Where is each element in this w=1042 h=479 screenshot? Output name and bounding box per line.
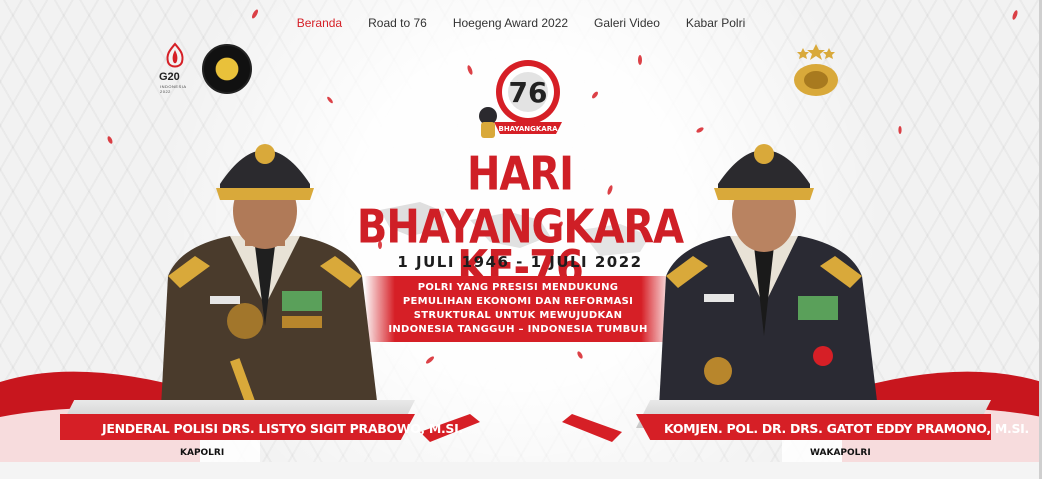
g20-subtext: INDONESIA 2022 xyxy=(160,84,187,94)
wakapolri-role: WAKAPOLRI xyxy=(810,448,871,458)
kapolri-portrait xyxy=(160,144,380,426)
g20-text: G20 xyxy=(159,71,180,83)
emblem-ribbon-text: BHAYANGKARA xyxy=(498,125,558,133)
nav-hoegeng-award[interactable]: Hoegeng Award 2022 xyxy=(453,14,568,34)
wakapolri-name: KOMJEN. POL. DR. DRS. GATOT EDDY PRAMONO… xyxy=(664,421,1029,436)
slogan-line-2: PEMULIHAN EKONOMI DAN REFORMASI xyxy=(402,296,634,307)
slogan-line-3: STRUKTURAL UNTUK MEWUJUDKAN xyxy=(413,310,623,321)
nav-road-to-76[interactable]: Road to 76 xyxy=(368,14,427,34)
nav-beranda[interactable]: Beranda xyxy=(297,14,342,34)
slogan-line-1: POLRI YANG PRESISI MENDUKUNG xyxy=(417,282,619,293)
emblem-number: 76 xyxy=(509,76,548,109)
slogan-line-4: INDONESIA TANGGUH – INDONESIA TUMBUH xyxy=(388,324,648,335)
slogan-banner: POLRI YANG PRESISI MENDUKUNG PEMULIHAN E… xyxy=(364,276,672,342)
kapolri-nameplate: JENDERAL POLISI DRS. LISTYO SIGIT PRABOW… xyxy=(60,400,463,440)
top-navigation: Beranda Road to 76 Hoegeng Award 2022 Ga… xyxy=(0,14,1042,34)
bhayangkara-76-emblem-icon: 76 BHAYANGKARA xyxy=(479,60,562,138)
nav-kabar-polri[interactable]: Kabar Polri xyxy=(686,14,745,34)
nav-galeri-video[interactable]: Galeri Video xyxy=(594,14,660,34)
hero-banner: Beranda Road to 76 Hoegeng Award 2022 Ga… xyxy=(0,0,1042,479)
kapolri-name: JENDERAL POLISI DRS. LISTYO SIGIT PRABOW… xyxy=(102,421,463,436)
wakapolri-portrait xyxy=(658,144,880,426)
kapolri-role: KAPOLRI xyxy=(180,448,225,458)
satgas-badge-icon xyxy=(202,44,252,94)
wakapolri-nameplate: KOMJEN. POL. DR. DRS. GATOT EDDY PRAMONO… xyxy=(636,400,1029,440)
tribrata-emblem-icon xyxy=(794,44,838,96)
g20-logo: G20 INDONESIA 2022 xyxy=(158,42,192,94)
g20-mark-icon xyxy=(166,42,184,68)
